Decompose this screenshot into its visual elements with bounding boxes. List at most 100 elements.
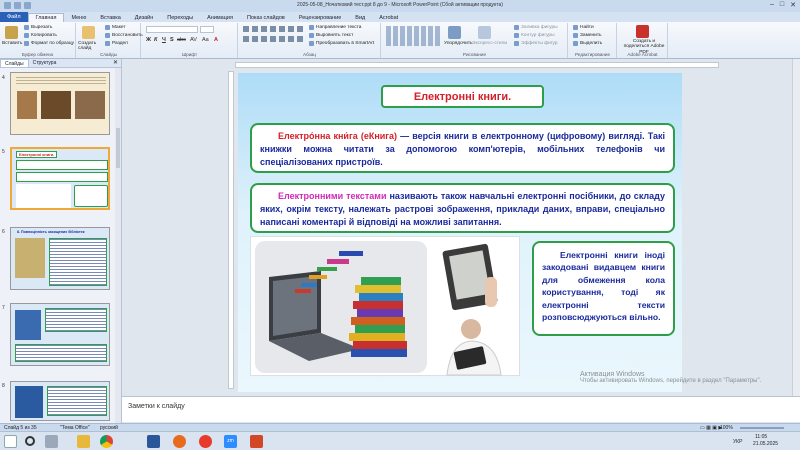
layout-icon [105, 25, 110, 30]
clock-time[interactable]: 11:05 [755, 434, 767, 440]
paste-icon[interactable] [5, 26, 18, 39]
encoding-note-box[interactable]: Електронні книги іноді закодовані видавц… [532, 241, 675, 336]
clock-date[interactable]: 21.05.2025 [753, 441, 778, 447]
underline-button[interactable]: Ч [162, 37, 166, 43]
align-text-button[interactable]: Выровнять текст [309, 33, 353, 38]
paste-button[interactable]: Вставить [2, 41, 22, 46]
find-button[interactable]: Найти [573, 25, 594, 30]
slide-thumbnail[interactable]: 8. Повноцінність захищених бібліотек [10, 227, 110, 290]
cut-button[interactable]: Вырезать [24, 25, 52, 30]
text-direction-button[interactable]: Направление текста [309, 25, 361, 30]
tab-slides[interactable]: Слайды [0, 59, 29, 67]
slide-thumbnail-selected[interactable]: Електронні книги. [10, 147, 110, 210]
notes-pane[interactable]: Заметки к слайду [122, 396, 800, 422]
encoding-note-text: Електронні книги іноді закодовані видавц… [542, 250, 665, 323]
ebooks-illustration[interactable] [250, 236, 520, 376]
align-buttons[interactable] [243, 36, 303, 42]
adobe-pdf-icon[interactable] [636, 25, 649, 38]
font-size-select[interactable] [200, 26, 214, 33]
font-name-select[interactable] [146, 26, 198, 33]
spacing-button[interactable]: AV [190, 37, 197, 43]
tab-view[interactable]: Вид [348, 14, 372, 22]
new-slide-button[interactable]: Создать слайд [78, 41, 102, 52]
bold-button[interactable]: Ж [146, 37, 151, 43]
shapes-gallery[interactable] [386, 26, 442, 46]
tab-insert[interactable]: Вставка [93, 14, 127, 22]
shadow-button[interactable]: S [170, 37, 174, 43]
slide-canvas[interactable]: Електронні книги. Електро́нна кни́га (еК… [238, 73, 682, 392]
windows-icon[interactable] [4, 435, 17, 448]
tab-home[interactable]: Главная [27, 13, 65, 22]
shape-effects-button[interactable]: Эффекты фигур [514, 41, 558, 46]
slide-editor: Електронні книги. Електро́нна кни́га (еК… [122, 59, 800, 396]
window-controls: – □ ✕ [770, 1, 796, 9]
maximize-button[interactable]: □ [780, 1, 784, 9]
layout-label: Макет [112, 25, 126, 30]
search-icon[interactable] [25, 436, 35, 446]
text-direction-icon [309, 25, 314, 30]
slide-thumbnail[interactable] [10, 381, 110, 421]
change-case-button[interactable]: Aa [202, 37, 209, 43]
electronic-texts-box[interactable]: Електронними текстами називають також на… [250, 183, 675, 233]
reset-button[interactable]: Восстановить [105, 33, 143, 38]
copy-icon [24, 33, 29, 38]
keyboard-language[interactable]: УКР [733, 439, 742, 445]
quick-styles-button[interactable]: Экспресс-стили [472, 41, 507, 46]
shape-outline-label: Контур фигуры [521, 33, 555, 38]
arrange-icon[interactable] [448, 26, 461, 39]
shape-outline-button[interactable]: Контур фигуры [514, 33, 555, 38]
tab-transitions[interactable]: Переходы [160, 14, 200, 22]
new-slide-icon[interactable] [82, 26, 95, 39]
smartart-button[interactable]: Преобразовать в SmartArt [309, 41, 374, 46]
font-color-button[interactable]: A [214, 37, 218, 43]
zoom-slider[interactable] [740, 427, 784, 429]
copy-button[interactable]: Копировать [24, 33, 57, 38]
font-group-label: Шрифт [181, 52, 198, 57]
tab-file[interactable]: Файл [0, 12, 28, 22]
explorer-icon[interactable] [77, 435, 90, 448]
tab-menu[interactable]: Меню [64, 14, 93, 22]
tab-acrobat[interactable]: Acrobat [372, 14, 405, 22]
smartart-label: Преобразовать в SmartArt [316, 41, 375, 46]
arrange-button[interactable]: Упорядочить [444, 41, 473, 46]
replace-button[interactable]: Заменить [573, 33, 602, 38]
firefox-icon[interactable] [173, 435, 186, 448]
chrome-icon[interactable] [100, 435, 113, 448]
tab-outline[interactable]: Структура [29, 59, 61, 67]
thumb-text [45, 308, 107, 332]
ribbon-tabs: Файл Главная Меню Вставка Дизайн Переход… [0, 12, 800, 22]
word-icon[interactable] [147, 435, 160, 448]
shape-fill-button[interactable]: Заливка фигуры [514, 25, 558, 30]
thumb-image [15, 238, 45, 278]
slide-thumbnail[interactable] [10, 303, 110, 366]
close-panel-button[interactable]: ✕ [110, 59, 121, 67]
scrollbar-thumb[interactable] [116, 128, 120, 168]
strikethrough-button[interactable]: abc [177, 37, 186, 43]
section-button[interactable]: Раздел [105, 41, 128, 46]
definition-box[interactable]: Електро́нна кни́га (еКнига) — версія кни… [250, 123, 675, 173]
tab-slideshow[interactable]: Показ слайдов [240, 14, 292, 22]
tab-animations[interactable]: Анимация [200, 14, 240, 22]
format-painter-button[interactable]: Формат по образцу [24, 41, 74, 46]
find-icon [573, 25, 578, 30]
minimize-button[interactable]: – [770, 1, 774, 9]
fill-icon [514, 25, 519, 30]
editor-scrollbar[interactable] [792, 59, 800, 396]
tab-design[interactable]: Дизайн [128, 14, 161, 22]
quick-styles-icon[interactable] [478, 26, 491, 39]
close-button[interactable]: ✕ [790, 1, 796, 9]
task-view-icon[interactable] [45, 435, 58, 448]
list-buttons[interactable] [243, 26, 303, 32]
powerpoint-icon[interactable] [250, 435, 263, 448]
yandex-icon[interactable] [199, 435, 212, 448]
slide-thumbnail[interactable] [10, 72, 110, 135]
layout-button[interactable]: Макет [105, 25, 126, 30]
tab-review[interactable]: Рецензирование [292, 14, 348, 22]
italic-button[interactable]: К [154, 37, 157, 43]
panel-scrollbar[interactable] [115, 68, 121, 424]
select-button[interactable]: Выделить [573, 41, 602, 46]
thumb-text [49, 238, 107, 286]
copy-label: Копировать [31, 33, 57, 38]
zoom-icon[interactable]: zm [224, 435, 237, 448]
slide-title[interactable]: Електронні книги. [381, 85, 544, 108]
